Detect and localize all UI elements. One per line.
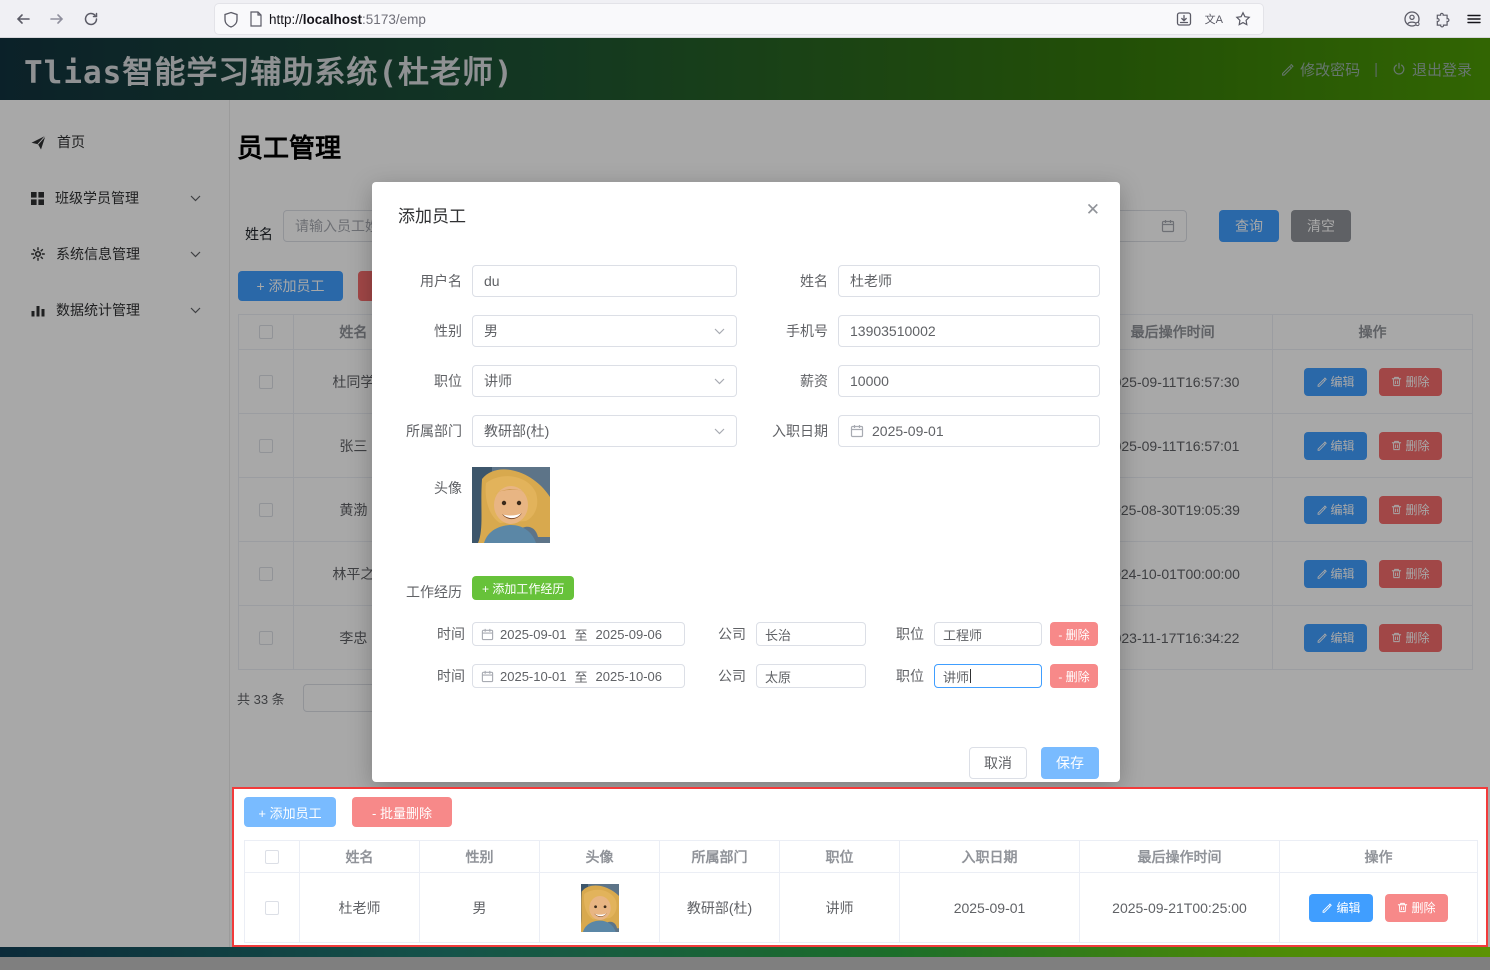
avatar-image[interactable] (472, 467, 550, 543)
name-label: 姓名 (738, 265, 828, 297)
calendar-icon (481, 628, 494, 641)
username-label: 用户名 (372, 265, 462, 297)
add-employee-button[interactable]: + 添加员工 (244, 797, 336, 827)
save-button[interactable]: 保存 (1041, 747, 1099, 779)
exp-company-label: 公司 (702, 664, 746, 688)
username-input[interactable]: du (472, 265, 737, 297)
calendar-icon (481, 670, 494, 683)
chevron-down-icon (714, 428, 725, 435)
row-checkbox[interactable] (265, 901, 279, 915)
url-text[interactable]: http://localhost:5173/emp (269, 12, 1175, 27)
batch-delete-button[interactable]: - 批量删除 (352, 797, 452, 827)
chevron-down-icon (714, 328, 725, 335)
url-bar[interactable]: http://localhost:5173/emp 文A (215, 4, 1263, 34)
phone-input[interactable]: 13903510002 (838, 315, 1100, 347)
bookmark-star-icon[interactable] (1235, 11, 1251, 27)
table-header-row: 姓名 性别 头像 所属部门 职位 入职日期 最后操作时间 操作 (245, 841, 1478, 873)
salary-label: 薪资 (738, 365, 828, 397)
close-icon[interactable]: ✕ (1086, 200, 1100, 220)
back-icon[interactable] (8, 4, 38, 34)
shield-icon (223, 11, 239, 28)
result-annotation-panel: + 添加员工 - 批量删除 姓名 性别 头像 所属部门 职位 入职日期 最后操作… (232, 787, 1488, 947)
reload-icon[interactable] (76, 4, 106, 34)
position-label: 职位 (372, 365, 462, 397)
exp-position-input[interactable]: 工程师 (934, 622, 1042, 646)
exp-company-input[interactable]: 太原 (756, 664, 866, 688)
url-host: localhost (303, 12, 362, 27)
phone-label: 手机号 (738, 315, 828, 347)
dept-label: 所属部门 (372, 415, 462, 447)
position-select[interactable]: 讲师 (472, 365, 737, 397)
entry-date-input[interactable]: 2025-09-01 (838, 415, 1100, 447)
delete-button[interactable]: 删除 (1385, 894, 1448, 922)
select-all-checkbox[interactable] (265, 850, 279, 864)
add-work-exp-button[interactable]: + 添加工作经历 (472, 576, 574, 600)
exp-company-label: 公司 (702, 622, 746, 646)
menu-hamburger-icon[interactable] (1466, 11, 1482, 27)
add-employee-dialog: 添加员工 ✕ 用户名 du 姓名 杜老师 性别 男 手机号 1390351000… (372, 182, 1120, 782)
extension-puzzle-icon[interactable] (1435, 11, 1452, 28)
bottom-dimmed-strip (0, 957, 1490, 970)
dept-select[interactable]: 教研部(杜) (472, 415, 737, 447)
gender-select[interactable]: 男 (472, 315, 737, 347)
table-row: 杜老师 男 教研部(杜) 讲师 2025-09-01 2025-09-21T00… (245, 873, 1478, 943)
entry-date-label: 入职日期 (738, 415, 828, 447)
screen: http://localhost:5173/emp 文A Tlias智能学习辅助… (0, 0, 1490, 970)
exp-position-input-focused[interactable]: 讲师 (934, 664, 1042, 688)
exp-date-range[interactable]: 2025-10-01至2025-10-06 (472, 664, 685, 688)
name-input[interactable]: 杜老师 (838, 265, 1100, 297)
exp-company-input[interactable]: 长治 (756, 622, 866, 646)
avatar-label: 头像 (372, 472, 462, 504)
calendar-icon (850, 424, 864, 438)
exp-date-range[interactable]: 2025-09-01至2025-09-06 (472, 622, 685, 646)
exp-position-label: 职位 (880, 664, 924, 688)
translate-icon[interactable]: 文A (1205, 11, 1223, 27)
exp-delete-button[interactable]: - 删除 (1050, 622, 1098, 646)
account-icon[interactable] (1403, 10, 1421, 28)
chevron-down-icon (714, 378, 725, 385)
result-table: 姓名 性别 头像 所属部门 职位 入职日期 最后操作时间 操作 杜老师 男 教研… (244, 840, 1478, 943)
bottom-gradient-strip (0, 947, 1490, 957)
text-caret (970, 669, 971, 683)
forward-icon[interactable] (42, 4, 72, 34)
edit-button[interactable]: 编辑 (1309, 894, 1372, 922)
exp-time-label: 时间 (375, 664, 465, 688)
save-page-icon[interactable] (1175, 11, 1193, 27)
exp-time-label: 时间 (375, 622, 465, 646)
browser-chrome: http://localhost:5173/emp 文A (0, 0, 1490, 38)
salary-input[interactable]: 10000 (838, 365, 1100, 397)
dialog-title: 添加员工 (398, 202, 466, 227)
cancel-button[interactable]: 取消 (969, 747, 1027, 779)
gender-label: 性别 (372, 315, 462, 347)
page-icon (249, 11, 263, 27)
exp-delete-button[interactable]: - 删除 (1050, 664, 1098, 688)
exp-position-label: 职位 (880, 622, 924, 646)
avatar (581, 884, 619, 932)
work-exp-label: 工作经历 (372, 580, 462, 604)
